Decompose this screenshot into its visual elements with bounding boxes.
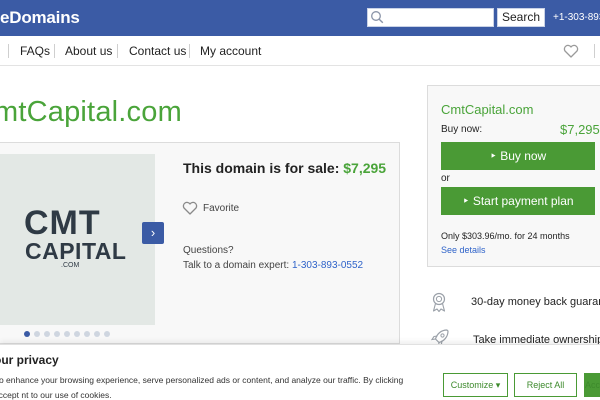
domain-title: mtCapital.com	[0, 96, 182, 128]
carousel-dot[interactable]	[24, 331, 30, 337]
logo-text-dotcom: .COM	[61, 262, 80, 269]
talk-label: Talk to a domain expert:	[183, 260, 290, 271]
carousel-next-button[interactable]: ›	[142, 222, 164, 244]
customize-button[interactable]: Customize ▾	[443, 373, 508, 397]
reject-all-button[interactable]: Reject All	[514, 373, 577, 397]
buy-now-label: Buy now:	[441, 124, 483, 135]
search-button[interactable]: Search	[497, 8, 545, 27]
nav-divider	[54, 44, 55, 58]
accept-all-button[interactable]: Accept All	[584, 373, 600, 397]
carousel-dot[interactable]	[84, 331, 90, 337]
buy-now-button[interactable]: ‣ Buy now	[441, 142, 595, 170]
nav-item-my-account[interactable]: My account	[200, 44, 261, 58]
carousel-dot[interactable]	[34, 331, 40, 337]
main-nav: FAQs About us Contact us My account	[0, 36, 600, 66]
nav-divider	[189, 44, 190, 58]
page: eDomains Search +1-303-893-0552 FAQs Abo…	[0, 0, 600, 400]
nav-item-contact-us[interactable]: Contact us	[129, 44, 186, 58]
search-icon	[371, 11, 384, 24]
nav-item-about-us[interactable]: About us	[65, 44, 112, 58]
cookie-text: s to enhance your browsing experience, s…	[0, 375, 404, 400]
payment-plan-button[interactable]: ‣ Start payment plan	[441, 187, 595, 215]
nav-divider	[117, 44, 118, 58]
cookie-title: our privacy	[0, 353, 59, 367]
questions-label: Questions?	[183, 245, 234, 256]
nav-item-faqs[interactable]: FAQs	[20, 44, 50, 58]
search-input[interactable]	[367, 8, 494, 27]
carousel-dot[interactable]	[44, 331, 50, 337]
talk-to-expert: Talk to a domain expert: 1-303-893-0552	[183, 260, 363, 271]
favorites-heart-icon[interactable]	[563, 44, 579, 58]
buybox-domain-name: CmtCapital.com	[441, 102, 534, 117]
header-phone[interactable]: +1-303-893-0552	[553, 12, 600, 23]
buybox-price: $7,295	[560, 122, 600, 137]
carousel-dot[interactable]	[54, 331, 60, 337]
award-ribbon-icon	[432, 292, 446, 313]
sale-price: $7,295	[343, 160, 387, 176]
see-details-link[interactable]: See details	[441, 245, 486, 255]
for-sale-heading: This domain is for sale: $7,295	[183, 160, 386, 176]
logo-text-capital: CAPITAL	[25, 238, 127, 264]
carousel-dot[interactable]	[74, 331, 80, 337]
or-label: or	[441, 173, 450, 184]
expert-phone-link[interactable]: 1-303-893-0552	[292, 260, 363, 271]
money-back-feature: 30-day money back guarantee	[471, 296, 600, 308]
carousel-dot[interactable]	[94, 331, 100, 337]
for-sale-text: This domain is for sale:	[183, 160, 340, 176]
monthly-price-text: Only $303.96/mo. for 24 months	[441, 231, 570, 241]
nav-divider	[594, 44, 595, 58]
favorite-label[interactable]: Favorite	[203, 203, 239, 214]
site-logo[interactable]: eDomains	[0, 8, 80, 28]
nav-divider	[8, 44, 9, 58]
carousel-dot[interactable]	[64, 331, 70, 337]
carousel-dot[interactable]	[104, 331, 110, 337]
heart-icon[interactable]	[182, 201, 198, 215]
